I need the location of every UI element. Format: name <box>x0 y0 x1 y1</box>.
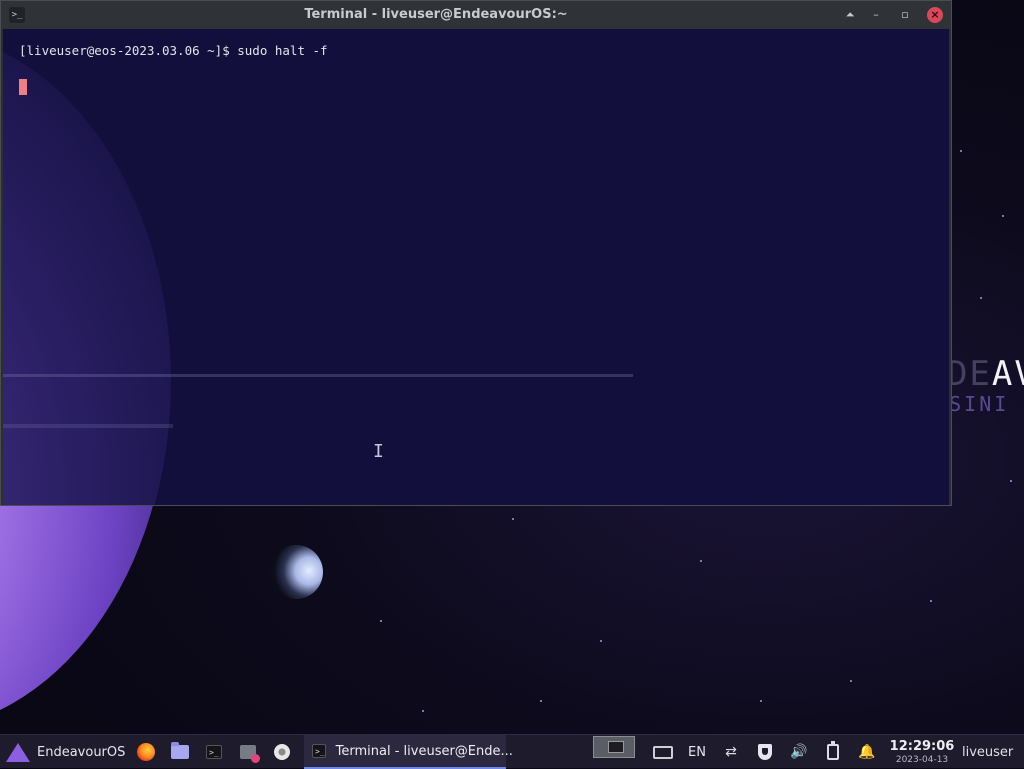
minimize-button[interactable]: – <box>867 6 885 24</box>
file-manager-icon <box>171 742 189 759</box>
window-titlebar[interactable]: >_ Terminal - liveuser@EndeavourOS:~ ⏶ –… <box>1 1 951 29</box>
tray-display[interactable] <box>650 735 676 769</box>
wallpaper-moon <box>269 545 323 599</box>
user-menu[interactable]: liveuser <box>962 735 1013 769</box>
close-button[interactable]: × <box>927 7 943 23</box>
star <box>760 700 762 702</box>
app-menu-label: EndeavourOS <box>37 744 126 760</box>
endeavouros-logo-icon <box>6 742 30 762</box>
wallpaper-ring <box>3 374 633 377</box>
workspace-pager[interactable] <box>593 736 635 758</box>
tray-security[interactable] <box>752 735 778 769</box>
star <box>850 680 852 682</box>
star <box>422 710 424 712</box>
volume-icon: 🔊 <box>790 744 808 760</box>
window-title: Terminal - liveuser@EndeavourOS:~ <box>304 7 568 22</box>
bell-icon: 🔔 <box>858 744 876 760</box>
settings-manager-icon <box>240 745 260 763</box>
star <box>1002 215 1004 217</box>
launcher-disc[interactable] <box>270 735 294 769</box>
taskbar-task-terminal[interactable]: >_ Terminal - liveuser@Ende... <box>304 735 513 769</box>
display-icon <box>653 745 673 759</box>
terminal-command-line: [liveuser@eos-2023.03.06 ~]$ sudo halt -… <box>19 43 328 58</box>
terminal-cursor <box>19 79 27 95</box>
taskbar-panel: EndeavourOS >_ >_ Terminal - liveuser@En… <box>0 734 1024 769</box>
star <box>600 640 602 642</box>
firefox-icon <box>137 743 155 761</box>
tray-keyboard-layout[interactable]: EN <box>684 735 710 769</box>
task-label: Terminal - liveuser@Ende... <box>335 743 513 759</box>
star <box>980 297 982 299</box>
star <box>930 600 932 602</box>
tray-power[interactable] <box>820 735 846 769</box>
user-name: liveuser <box>962 744 1014 760</box>
star <box>1010 480 1012 482</box>
star <box>540 700 542 702</box>
tray-volume[interactable]: 🔊 <box>786 735 812 769</box>
tray-network[interactable]: ⇄ <box>718 735 744 769</box>
battery-icon <box>827 741 839 760</box>
star <box>700 560 702 562</box>
wallpaper-ring <box>3 424 173 428</box>
launcher-firefox[interactable] <box>134 735 158 769</box>
text-ibeam-cursor-icon: I <box>373 441 384 462</box>
launcher-terminal[interactable]: >_ <box>202 735 226 769</box>
star <box>380 620 382 622</box>
disc-icon <box>274 744 290 760</box>
star <box>960 150 962 152</box>
workspace-window-thumbnail <box>608 741 624 753</box>
tray-notifications[interactable]: 🔔 <box>854 735 880 769</box>
clock[interactable]: 12:29:06 2023-04-13 <box>889 735 955 769</box>
launcher-settings-manager[interactable] <box>236 735 260 769</box>
terminal-icon: >_ <box>206 745 222 759</box>
keyboard-layout-label: EN <box>688 744 706 760</box>
star <box>512 518 514 520</box>
launcher-file-manager[interactable] <box>168 735 192 769</box>
clock-date: 2023-04-13 <box>895 754 949 765</box>
keep-above-button[interactable]: ⏶ <box>841 6 859 24</box>
shield-icon <box>758 744 772 760</box>
clock-time: 12:29:06 <box>889 738 955 754</box>
terminal-output-area[interactable]: [liveuser@eos-2023.03.06 ~]$ sudo halt -… <box>3 29 949 505</box>
app-menu-button[interactable]: EndeavourOS <box>6 735 125 769</box>
maximize-button[interactable]: ▫ <box>896 6 914 24</box>
terminal-icon: >_ <box>312 744 326 758</box>
terminal-window[interactable]: >_ Terminal - liveuser@EndeavourOS:~ ⏶ –… <box>0 0 952 506</box>
network-icon: ⇄ <box>725 744 737 760</box>
wallpaper-planet-through-transparency <box>3 31 171 505</box>
